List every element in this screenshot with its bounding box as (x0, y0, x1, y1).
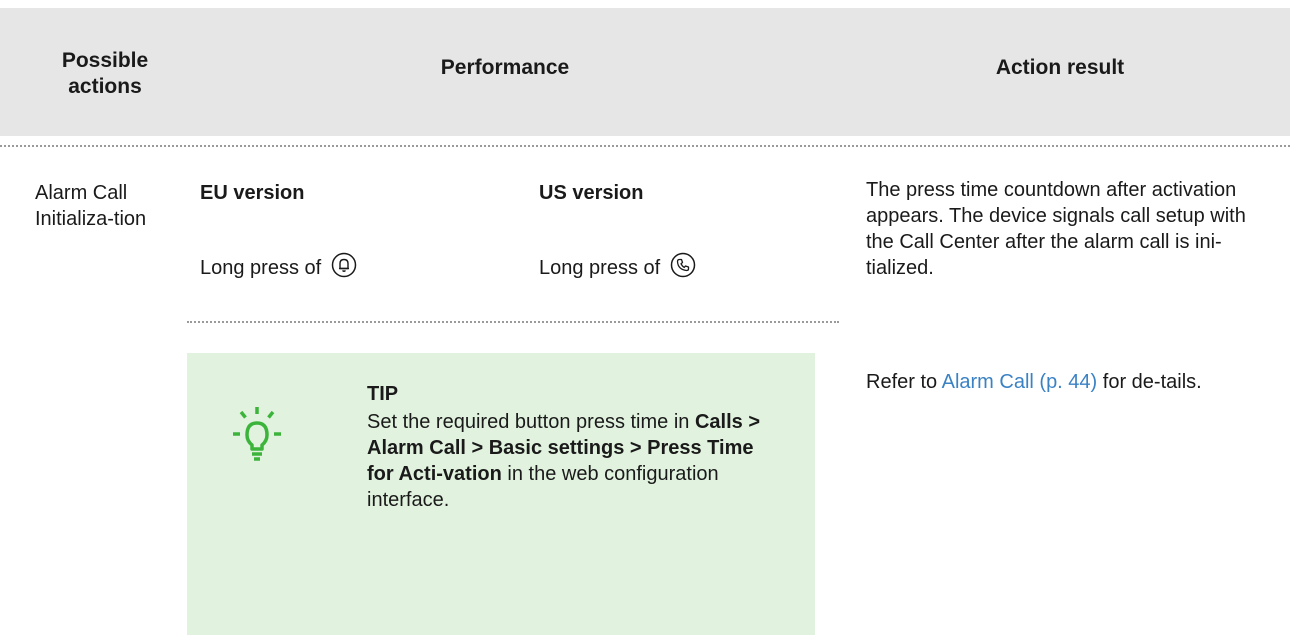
header-divider (0, 145, 1290, 147)
header-action-result: Action result (995, 56, 1125, 79)
us-press-instruction: Long press of (539, 252, 696, 285)
us-press-text: Long press of (539, 257, 661, 279)
tip-box: TIP Set the required button press time i… (187, 353, 815, 635)
eu-version-title: EU version (200, 182, 305, 204)
tip-text-start: Set the required button press time in (367, 411, 690, 433)
phone-button-icon (670, 252, 696, 285)
us-version-title: US version (539, 182, 644, 204)
header-possible-actions: Possible actions (61, 49, 149, 98)
alarm-call-link[interactable]: Alarm Call (p. 44) (942, 371, 1098, 393)
action-name: Alarm Call Initializa-tion (35, 182, 147, 230)
tip-label: TIP (367, 383, 399, 405)
table-header: Possible actions Performance Action resu… (0, 8, 1290, 136)
tip-text: Set the required button press time in Ca… (367, 409, 777, 513)
refer-text: Refer to Alarm Call (p. 44) for de-tails… (866, 369, 1266, 395)
refer-suffix: for de-tails. (1102, 371, 1202, 393)
action-result-text: The press time countdown after activatio… (866, 179, 1246, 279)
header-performance: Performance (440, 56, 570, 79)
eu-press-text: Long press of (200, 257, 322, 279)
lightbulb-icon (227, 401, 287, 478)
performance-divider (187, 321, 839, 323)
alarm-bell-button-icon (331, 252, 357, 285)
eu-press-instruction: Long press of (200, 252, 357, 285)
refer-prefix: Refer to (866, 371, 938, 393)
